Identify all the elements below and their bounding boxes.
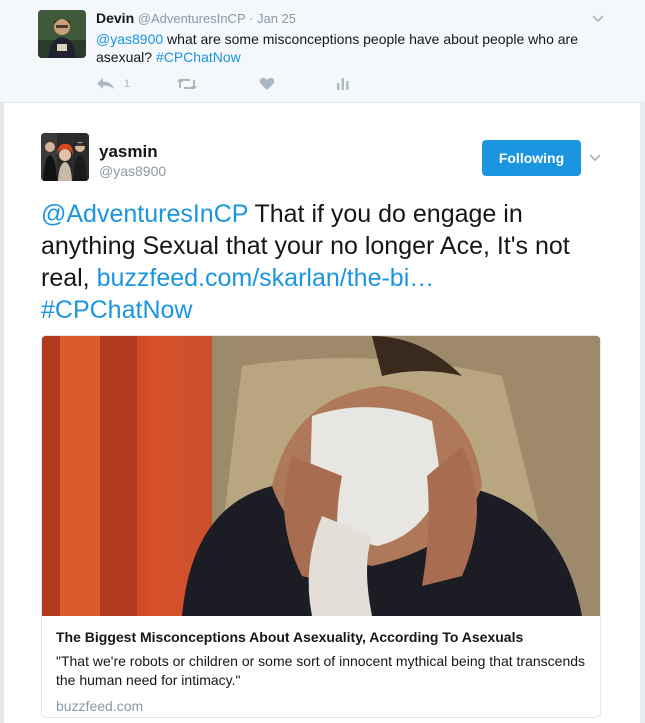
- parent-handle[interactable]: @AdventuresInCP: [138, 11, 246, 26]
- card-domain[interactable]: buzzfeed.com: [56, 698, 586, 714]
- link-card[interactable]: The Biggest Misconceptions About Asexual…: [41, 335, 601, 718]
- parent-timestamp[interactable]: Jan 25: [257, 11, 296, 26]
- retweet-button[interactable]: [176, 76, 198, 92]
- parent-separator: ·: [249, 11, 254, 26]
- chevron-down-icon[interactable]: [591, 12, 605, 26]
- right-edge-bar: [640, 0, 645, 723]
- main-hashtag-link[interactable]: #CPChatNow: [41, 296, 192, 324]
- chevron-down-icon[interactable]: [588, 151, 602, 165]
- card-image[interactable]: [42, 336, 600, 616]
- analytics-button[interactable]: [336, 76, 350, 92]
- like-button[interactable]: [259, 76, 275, 92]
- like-icon: [259, 77, 275, 91]
- main-url-link[interactable]: buzzfeed.com/skarlan/the-bi…: [97, 264, 435, 292]
- analytics-icon: [336, 77, 350, 91]
- card-description: "That we're robots or children or some s…: [56, 653, 586, 688]
- parent-hashtag-link[interactable]: #CPChatNow: [156, 49, 241, 65]
- parent-tweet[interactable]: Devin @AdventuresInCP · Jan 25 @yas8900 …: [0, 0, 645, 103]
- main-display-name[interactable]: yasmin: [99, 142, 158, 162]
- card-body: The Biggest Misconceptions About Asexual…: [56, 628, 586, 714]
- main-mention-link[interactable]: @AdventuresInCP: [41, 200, 248, 228]
- parent-mention-link[interactable]: @yas8900: [96, 31, 163, 47]
- main-handle[interactable]: @yas8900: [99, 163, 166, 179]
- parent-display-name[interactable]: Devin: [96, 10, 134, 26]
- parent-avatar[interactable]: [38, 10, 86, 58]
- following-button[interactable]: Following: [482, 140, 581, 176]
- retweet-icon: [176, 77, 198, 91]
- reply-icon: [96, 77, 116, 91]
- left-edge-bar: [0, 0, 4, 723]
- main-tweet-text: @AdventuresInCP That if you do engage in…: [41, 198, 601, 326]
- card-title[interactable]: The Biggest Misconceptions About Asexual…: [56, 628, 586, 646]
- parent-tweet-text: @yas8900 what are some misconceptions pe…: [96, 30, 596, 66]
- main-avatar[interactable]: [41, 133, 89, 181]
- parent-header: Devin @AdventuresInCP · Jan 25: [96, 10, 296, 26]
- reply-button[interactable]: 1: [96, 76, 130, 92]
- reply-count: 1: [124, 78, 131, 90]
